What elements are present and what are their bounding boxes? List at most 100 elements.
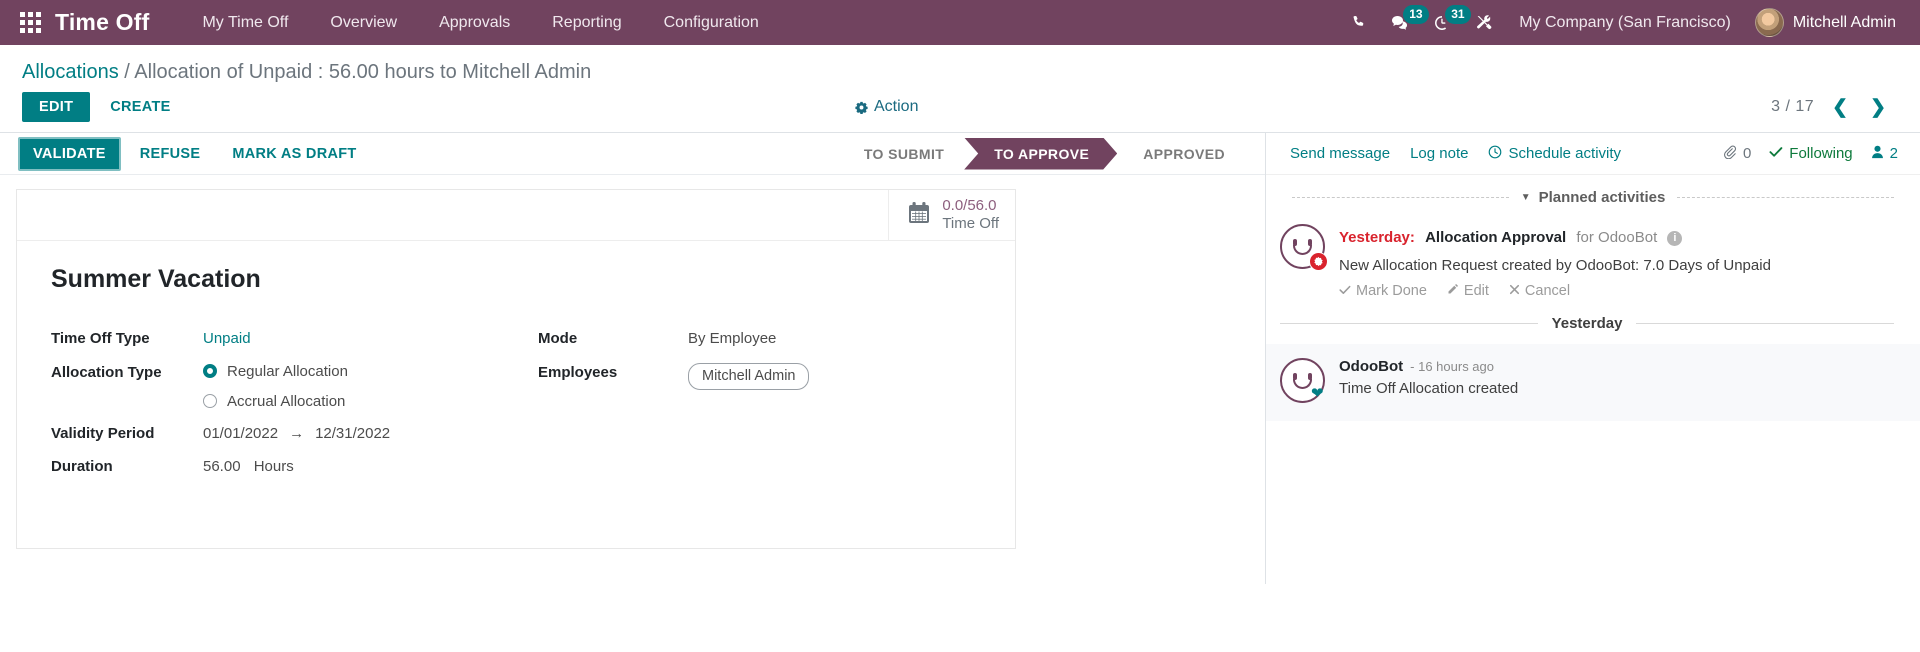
allocation-type-label: Allocation Type <box>51 363 162 381</box>
action-label: Action <box>874 98 919 115</box>
clock-icon <box>1488 145 1502 163</box>
allocation-type-radios: Regular Allocation Accrual Allocation <box>203 356 538 417</box>
cancel-activity-button[interactable]: Cancel <box>1509 283 1570 299</box>
radio-accrual-allocation-label: Accrual Allocation <box>227 392 346 410</box>
mark-as-draft-button[interactable]: MARK AS DRAFT <box>219 139 369 169</box>
attachments-count: 0 <box>1742 145 1752 162</box>
app-brand-title[interactable]: Time Off <box>55 9 149 36</box>
send-message-button[interactable]: Send message <box>1280 141 1400 166</box>
action-menu[interactable]: Action <box>855 98 918 116</box>
activity-body: Yesterday: Allocation Approval for OdooB… <box>1339 224 1894 299</box>
stage-approved[interactable]: APPROVED <box>1117 137 1245 170</box>
tools-icon[interactable] <box>1463 0 1505 45</box>
edit-activity-label: Edit <box>1463 283 1489 299</box>
menu-item-reporting[interactable]: Reporting <box>531 8 642 38</box>
employee-tag[interactable]: Mitchell Admin <box>688 362 810 391</box>
dashed-line-right <box>1677 197 1894 198</box>
pager: 3 / 17 ❮ ❯ <box>1771 96 1898 119</box>
time-off-stat-value: 0.0/56.0 <box>942 197 997 215</box>
odoobot-avatar: ❤ <box>1280 358 1325 403</box>
message-author[interactable]: OdooBot <box>1339 358 1403 375</box>
followers-count: 2 <box>1889 145 1898 162</box>
stage-to-submit[interactable]: TO SUBMIT <box>837 137 965 170</box>
duration-number[interactable]: 56.00 <box>203 458 241 475</box>
radio-regular-allocation[interactable]: Regular Allocation <box>203 363 538 380</box>
followers-button[interactable]: 2 <box>1871 145 1898 163</box>
attachments-button[interactable]: 0 <box>1723 145 1751 163</box>
radio-accrual-allocation[interactable]: Accrual Allocation <box>203 393 538 410</box>
calendar-icon <box>907 201 931 230</box>
stage-to-approve[interactable]: TO APPROVE <box>964 138 1117 170</box>
apps-grid-icon[interactable] <box>20 12 41 33</box>
menu-item-configuration[interactable]: Configuration <box>643 8 780 38</box>
activity-description: New Allocation Request created by OdooBo… <box>1339 257 1771 274</box>
time-off-stat-button[interactable]: 0.0/56.0 Time Off <box>888 190 1015 240</box>
following-label: Following <box>1789 145 1853 162</box>
message-body-wrap: OdooBot - 16 hours ago Time Off Allocati… <box>1339 358 1518 403</box>
activity-name: Allocation Approval <box>1425 229 1567 246</box>
edit-activity-button[interactable]: Edit <box>1447 283 1489 299</box>
menu-item-approvals[interactable]: Approvals <box>418 8 531 38</box>
check-icon <box>1339 283 1351 299</box>
duration-label: Duration <box>51 458 113 475</box>
record-sheet: 0.0/56.0 Time Off Summer Vacation Time O… <box>16 189 1016 549</box>
time-off-type-label: Time Off Type <box>51 330 150 347</box>
employees-label: Employees <box>538 363 618 381</box>
stat-button-row: 0.0/56.0 Time Off <box>17 190 1015 241</box>
time-off-type-value[interactable]: Unpaid <box>203 322 538 356</box>
breadcrumb-root[interactable]: Allocations <box>22 61 119 83</box>
user-menu[interactable]: Mitchell Admin <box>1745 4 1902 41</box>
menu-item-my-time-off[interactable]: My Time Off <box>181 8 309 38</box>
chatter-stats: 0 Following 2 <box>1723 145 1898 163</box>
radio-selected-icon <box>203 364 217 378</box>
odoobot-avatar <box>1280 224 1328 271</box>
planned-activities-toggle[interactable]: ▼ Planned activities <box>1521 189 1666 206</box>
menu-item-overview[interactable]: Overview <box>309 8 418 38</box>
validate-button[interactable]: VALIDATE <box>18 136 121 171</box>
status-stages: TO SUBMIT TO APPROVE APPROVED <box>837 137 1245 170</box>
check-icon <box>1769 145 1783 162</box>
schedule-activity-button[interactable]: Schedule activity <box>1478 141 1631 167</box>
info-icon[interactable]: i <box>1667 231 1683 247</box>
following-button[interactable]: Following <box>1769 145 1853 162</box>
sheet-wrapper: 0.0/56.0 Time Off Summer Vacation Time O… <box>0 175 1265 549</box>
chatter-toolbar: Send message Log note Schedule activity … <box>1266 133 1920 175</box>
user-name: Mitchell Admin <box>1792 13 1896 31</box>
avatar <box>1754 8 1784 37</box>
chatter-panel: Send message Log note Schedule activity … <box>1265 133 1920 584</box>
message-header: OdooBot - 16 hours ago <box>1339 358 1518 375</box>
cancel-activity-label: Cancel <box>1524 283 1571 299</box>
day-line-left <box>1280 323 1538 324</box>
activity-item: Yesterday: Allocation Approval for OdooB… <box>1266 206 1920 305</box>
validity-period-label: Validity Period <box>51 424 155 442</box>
log-note-button[interactable]: Log note <box>1400 141 1478 166</box>
activity-headline: Yesterday: Allocation Approval for OdooB… <box>1339 227 1894 248</box>
validity-to[interactable]: 12/31/2022 <box>315 424 390 444</box>
form-view: VALIDATE REFUSE MARK AS DRAFT TO SUBMIT … <box>0 133 1265 584</box>
validity-from[interactable]: 01/01/2022 <box>203 424 278 444</box>
heart-icon: ❤ <box>1311 385 1324 402</box>
mark-done-button[interactable]: Mark Done <box>1339 283 1427 299</box>
duration-value: 56.00 Hours <box>203 450 538 484</box>
message-body: Time Off Allocation created <box>1339 380 1519 397</box>
refuse-button[interactable]: REFUSE <box>127 139 214 169</box>
activity-clock-icon[interactable]: 31 <box>1421 0 1471 45</box>
edit-button[interactable]: EDIT <box>22 92 91 122</box>
create-button[interactable]: CREATE <box>96 92 184 122</box>
time-off-stat-label: Time Off <box>942 215 999 232</box>
radio-regular-allocation-label: Regular Allocation <box>227 362 348 380</box>
day-line-right <box>1636 323 1895 324</box>
field-grid: Time Off Type Unpaid Mode By Employee Al… <box>51 322 981 484</box>
planned-activities-separator: ▼ Planned activities <box>1266 175 1920 206</box>
chevron-left-icon[interactable]: ❮ <box>1828 96 1852 119</box>
company-selector[interactable]: My Company (San Francisco) <box>1505 8 1745 38</box>
main-content: VALIDATE REFUSE MARK AS DRAFT TO SUBMIT … <box>0 132 1920 584</box>
message-timestamp: - 16 hours ago <box>1410 359 1494 374</box>
top-navbar: Time Off My Time Off Overview Approvals … <box>0 0 1920 45</box>
planned-activities-label: Planned activities <box>1538 189 1666 206</box>
activity-due: Yesterday: <box>1339 229 1415 246</box>
messages-icon[interactable]: 13 <box>1379 0 1429 45</box>
phone-icon[interactable] <box>1337 0 1379 45</box>
chevron-right-icon[interactable]: ❯ <box>1866 96 1890 119</box>
mode-label: Mode <box>538 330 578 347</box>
